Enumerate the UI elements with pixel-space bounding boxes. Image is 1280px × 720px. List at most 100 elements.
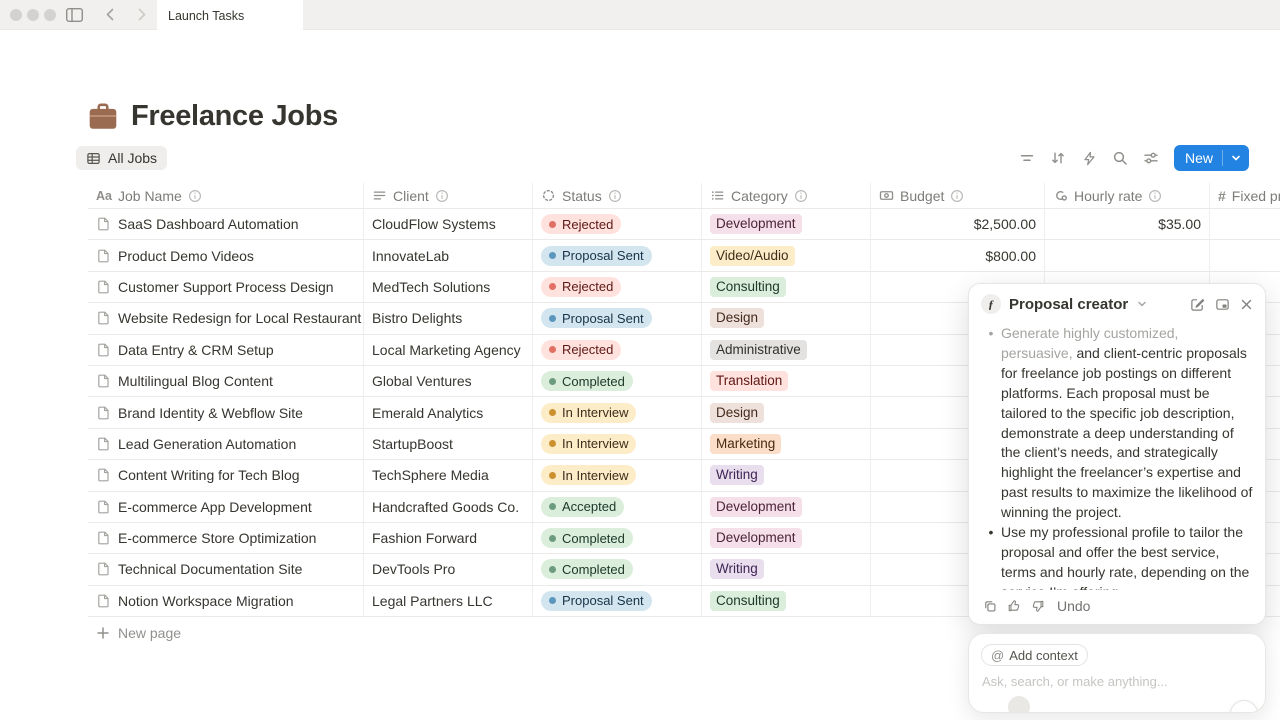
budget-cell[interactable]: $2,500.00 bbox=[871, 209, 1045, 239]
view-tab-all-jobs[interactable]: All Jobs bbox=[76, 146, 167, 170]
new-button[interactable]: New bbox=[1174, 145, 1249, 171]
copy-icon[interactable] bbox=[983, 599, 997, 613]
client-cell[interactable]: Emerald Analytics bbox=[364, 397, 533, 427]
category-badge[interactable]: Translation bbox=[710, 371, 788, 391]
panel-title[interactable]: Proposal creator bbox=[1009, 296, 1128, 313]
status-cell[interactable]: In Interview bbox=[533, 397, 702, 427]
column-header-budget[interactable]: Budget bbox=[871, 183, 1045, 208]
hourly-rate-cell[interactable]: $35.00 bbox=[1045, 209, 1210, 239]
status-badge[interactable]: Proposal Sent bbox=[541, 308, 652, 328]
job-name-cell[interactable]: Customer Support Process Design bbox=[88, 272, 364, 302]
info-icon[interactable] bbox=[435, 189, 449, 203]
job-name-cell[interactable]: Notion Workspace Migration bbox=[88, 586, 364, 616]
table-row[interactable]: SaaS Dashboard AutomationCloudFlow Syste… bbox=[88, 209, 1280, 240]
job-name-cell[interactable]: Content Writing for Tech Blog bbox=[88, 460, 364, 490]
column-header-client[interactable]: Client bbox=[364, 183, 533, 208]
category-badge[interactable]: Administrative bbox=[710, 340, 807, 360]
category-badge[interactable]: Consulting bbox=[710, 277, 786, 297]
info-icon[interactable] bbox=[1148, 189, 1162, 203]
window-minimize-button[interactable] bbox=[27, 9, 39, 21]
close-icon[interactable] bbox=[1240, 298, 1253, 311]
status-cell[interactable]: Completed bbox=[533, 523, 702, 553]
column-header-fixed-price[interactable]: # Fixed pr bbox=[1210, 183, 1280, 208]
status-cell[interactable]: Completed bbox=[533, 554, 702, 584]
category-cell[interactable]: Design bbox=[702, 397, 871, 427]
fixed-price-cell[interactable] bbox=[1210, 209, 1280, 239]
category-cell[interactable]: Writing bbox=[702, 554, 871, 584]
status-badge[interactable]: Proposal Sent bbox=[541, 591, 652, 611]
info-icon[interactable] bbox=[794, 189, 808, 203]
client-cell[interactable]: InnovateLab bbox=[364, 240, 533, 270]
category-cell[interactable]: Marketing bbox=[702, 429, 871, 459]
client-cell[interactable]: MedTech Solutions bbox=[364, 272, 533, 302]
job-name-cell[interactable]: Multilingual Blog Content bbox=[88, 366, 364, 396]
status-cell[interactable]: Rejected bbox=[533, 209, 702, 239]
hourly-rate-cell[interactable] bbox=[1045, 240, 1210, 270]
category-badge[interactable]: Development bbox=[710, 214, 802, 234]
column-header-status[interactable]: Status bbox=[533, 183, 702, 208]
automation-lightning-icon[interactable] bbox=[1078, 147, 1100, 169]
category-cell[interactable]: Consulting bbox=[702, 586, 871, 616]
category-cell[interactable]: Consulting bbox=[702, 272, 871, 302]
filter-icon[interactable] bbox=[1016, 147, 1038, 169]
composer-left-button[interactable] bbox=[1008, 696, 1030, 713]
status-cell[interactable]: In Interview bbox=[533, 460, 702, 490]
job-name-cell[interactable]: E-commerce Store Optimization bbox=[88, 523, 364, 553]
window-zoom-button[interactable] bbox=[44, 9, 56, 21]
status-cell[interactable]: Proposal Sent bbox=[533, 586, 702, 616]
browser-tab[interactable]: Launch Tasks bbox=[157, 0, 303, 31]
ai-prompt-input[interactable] bbox=[982, 674, 1232, 689]
client-cell[interactable]: CloudFlow Systems bbox=[364, 209, 533, 239]
status-cell[interactable]: In Interview bbox=[533, 429, 702, 459]
add-context-button[interactable]: @ Add context bbox=[981, 644, 1088, 666]
column-header-category[interactable]: Category bbox=[702, 183, 871, 208]
job-name-cell[interactable]: Technical Documentation Site bbox=[88, 554, 364, 584]
edit-compose-icon[interactable] bbox=[1190, 297, 1205, 312]
status-badge[interactable]: Completed bbox=[541, 528, 633, 548]
category-badge[interactable]: Marketing bbox=[710, 434, 781, 454]
column-header-job-name[interactable]: Aa Job Name bbox=[88, 183, 364, 208]
category-badge[interactable]: Consulting bbox=[710, 591, 786, 611]
client-cell[interactable]: DevTools Pro bbox=[364, 554, 533, 584]
table-row[interactable]: Product Demo VideosInnovateLabProposal S… bbox=[88, 240, 1280, 271]
client-cell[interactable]: Fashion Forward bbox=[364, 523, 533, 553]
thumbs-up-icon[interactable] bbox=[1007, 599, 1021, 613]
composer-send-button[interactable] bbox=[1230, 700, 1258, 713]
nav-forward-icon[interactable] bbox=[134, 7, 149, 22]
category-cell[interactable]: Development bbox=[702, 209, 871, 239]
nav-back-icon[interactable] bbox=[103, 7, 118, 22]
category-cell[interactable]: Translation bbox=[702, 366, 871, 396]
job-name-cell[interactable]: Brand Identity & Webflow Site bbox=[88, 397, 364, 427]
status-badge[interactable]: Rejected bbox=[541, 214, 621, 234]
job-name-cell[interactable]: E-commerce App Development bbox=[88, 492, 364, 522]
page-icon-briefcase[interactable] bbox=[88, 102, 118, 132]
open-side-peek-icon[interactable] bbox=[1215, 297, 1230, 312]
info-icon[interactable] bbox=[188, 189, 202, 203]
status-badge[interactable]: In Interview bbox=[541, 434, 636, 454]
status-cell[interactable]: Rejected bbox=[533, 272, 702, 302]
status-cell[interactable]: Proposal Sent bbox=[533, 240, 702, 270]
thumbs-down-icon[interactable] bbox=[1031, 599, 1045, 613]
client-cell[interactable]: Legal Partners LLC bbox=[364, 586, 533, 616]
category-cell[interactable]: Administrative bbox=[702, 335, 871, 365]
new-button-chevron-icon[interactable] bbox=[1223, 153, 1249, 163]
category-cell[interactable]: Development bbox=[702, 492, 871, 522]
client-cell[interactable]: StartupBoost bbox=[364, 429, 533, 459]
job-name-cell[interactable]: Lead Generation Automation bbox=[88, 429, 364, 459]
category-badge[interactable]: Writing bbox=[710, 465, 764, 485]
chevron-down-icon[interactable] bbox=[1137, 299, 1147, 309]
client-cell[interactable]: Bistro Delights bbox=[364, 303, 533, 333]
job-name-cell[interactable]: Product Demo Videos bbox=[88, 240, 364, 270]
status-badge[interactable]: Accepted bbox=[541, 497, 624, 517]
category-badge[interactable]: Writing bbox=[710, 559, 764, 579]
search-icon[interactable] bbox=[1109, 147, 1131, 169]
job-name-cell[interactable]: Data Entry & CRM Setup bbox=[88, 335, 364, 365]
category-cell[interactable]: Development bbox=[702, 523, 871, 553]
category-badge[interactable]: Development bbox=[710, 497, 802, 517]
category-badge[interactable]: Design bbox=[710, 403, 764, 423]
page-title[interactable]: Freelance Jobs bbox=[131, 100, 338, 133]
column-header-hourly-rate[interactable]: Hourly rate bbox=[1045, 183, 1210, 208]
client-cell[interactable]: TechSphere Media bbox=[364, 460, 533, 490]
info-icon[interactable] bbox=[950, 189, 964, 203]
client-cell[interactable]: Handcrafted Goods Co. bbox=[364, 492, 533, 522]
